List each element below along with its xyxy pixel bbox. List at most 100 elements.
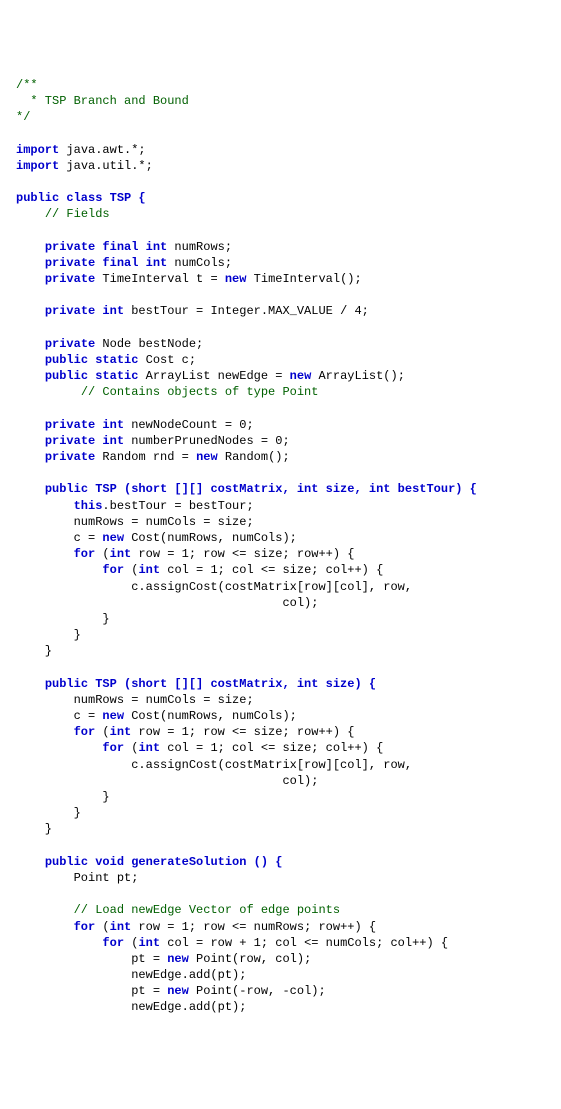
code-line: */	[16, 109, 545, 125]
text-token	[16, 304, 45, 318]
keyword-token: public class TSP {	[16, 191, 146, 205]
keyword-token: new	[225, 272, 247, 286]
text-token: (	[95, 920, 109, 934]
keyword-token: public static	[45, 369, 139, 383]
text-token: numRows;	[167, 240, 232, 254]
keyword-token: for	[74, 725, 96, 739]
code-line: }	[16, 789, 545, 805]
code-line: /**	[16, 77, 545, 93]
text-token: TimeInterval();	[246, 272, 361, 286]
keyword-token: new	[167, 952, 189, 966]
code-line	[16, 401, 545, 417]
code-line: newEdge.add(pt);	[16, 999, 545, 1015]
code-line: }	[16, 611, 545, 627]
keyword-token: private final int	[45, 240, 167, 254]
code-line: col);	[16, 773, 545, 789]
text-token	[16, 353, 45, 367]
text-token: Random rnd =	[95, 450, 196, 464]
text-token: col = row + 1; col <= numCols; col++) {	[160, 936, 448, 950]
comment-token: // Load newEdge Vector of edge points	[74, 903, 340, 917]
text-token: c.assignCost(costMatrix[row][col], row,	[16, 580, 412, 594]
keyword-token: int	[138, 936, 160, 950]
text-token: numberPrunedNodes = 0;	[124, 434, 290, 448]
code-line: }	[16, 643, 545, 659]
text-token	[16, 385, 81, 399]
code-line: for (int col = row + 1; col <= numCols; …	[16, 935, 545, 951]
code-line	[16, 174, 545, 190]
keyword-token: private	[45, 337, 95, 351]
text-token: }	[16, 790, 110, 804]
text-token	[16, 920, 74, 934]
keyword-token: int	[138, 741, 160, 755]
keyword-token: import	[16, 159, 59, 173]
code-line: Point pt;	[16, 870, 545, 886]
text-token	[16, 741, 102, 755]
text-token	[16, 369, 45, 383]
text-token: Node bestNode;	[95, 337, 203, 351]
text-token: Cost(numRows, numCols);	[124, 709, 297, 723]
keyword-token: for	[74, 547, 96, 561]
keyword-token: public void generateSolution () {	[45, 855, 283, 869]
text-token: Point(row, col);	[189, 952, 311, 966]
code-line: }	[16, 805, 545, 821]
keyword-token: private int	[45, 434, 124, 448]
comment-token: */	[16, 110, 30, 124]
code-line: c.assignCost(costMatrix[row][col], row,	[16, 757, 545, 773]
code-line: numRows = numCols = size;	[16, 514, 545, 530]
text-token	[16, 677, 45, 691]
text-token: c =	[16, 531, 102, 545]
keyword-token: for	[102, 936, 124, 950]
text-token	[16, 547, 74, 561]
text-token: row = 1; row <= size; row++) {	[131, 725, 354, 739]
text-token	[16, 936, 102, 950]
code-line	[16, 222, 545, 238]
code-line: // Contains objects of type Point	[16, 384, 545, 400]
text-token	[16, 256, 45, 270]
keyword-token: public TSP (short [][] costMatrix, int s…	[45, 677, 376, 691]
comment-token: // Contains objects of type Point	[81, 385, 319, 399]
code-line: for (int col = 1; col <= size; col++) {	[16, 562, 545, 578]
keyword-token: for	[102, 741, 124, 755]
text-token: numCols;	[167, 256, 232, 270]
text-token: ArrayList();	[311, 369, 405, 383]
keyword-token: this	[74, 499, 103, 513]
text-token: col = 1; col <= size; col++) {	[160, 741, 383, 755]
code-line: * TSP Branch and Bound	[16, 93, 545, 109]
text-token	[16, 418, 45, 432]
code-line: import java.awt.*;	[16, 142, 545, 158]
code-line: // Load newEdge Vector of edge points	[16, 902, 545, 918]
text-token	[16, 482, 45, 496]
text-token: newEdge.add(pt);	[16, 1000, 246, 1014]
code-line: private final int numRows;	[16, 239, 545, 255]
text-token: row = 1; row <= numRows; row++) {	[131, 920, 376, 934]
code-line: private int newNodeCount = 0;	[16, 417, 545, 433]
text-token: java.util.*;	[59, 159, 153, 173]
keyword-token: private int	[45, 304, 124, 318]
keyword-token: int	[110, 725, 132, 739]
keyword-token: int	[110, 547, 132, 561]
text-token	[16, 272, 45, 286]
code-line: c = new Cost(numRows, numCols);	[16, 530, 545, 546]
code-line: pt = new Point(-row, -col);	[16, 983, 545, 999]
text-token: (	[95, 725, 109, 739]
code-line: pt = new Point(row, col);	[16, 951, 545, 967]
code-line	[16, 320, 545, 336]
text-token: numRows = numCols = size;	[16, 693, 254, 707]
code-line: public class TSP {	[16, 190, 545, 206]
keyword-token: public TSP (short [][] costMatrix, int s…	[45, 482, 477, 496]
code-line: private final int numCols;	[16, 255, 545, 271]
text-token: }	[16, 628, 81, 642]
code-line	[16, 465, 545, 481]
text-token	[16, 434, 45, 448]
text-token: newNodeCount = 0;	[124, 418, 254, 432]
code-line: public TSP (short [][] costMatrix, int s…	[16, 481, 545, 497]
code-line	[16, 660, 545, 676]
code-line: public TSP (short [][] costMatrix, int s…	[16, 676, 545, 692]
text-token: newEdge.add(pt);	[16, 968, 246, 982]
code-line: public static ArrayList newEdge = new Ar…	[16, 368, 545, 384]
text-token: pt =	[16, 984, 167, 998]
text-token: Random();	[218, 450, 290, 464]
comment-token: * TSP Branch and Bound	[16, 94, 189, 108]
code-line: public static Cost c;	[16, 352, 545, 368]
code-line: private TimeInterval t = new TimeInterva…	[16, 271, 545, 287]
